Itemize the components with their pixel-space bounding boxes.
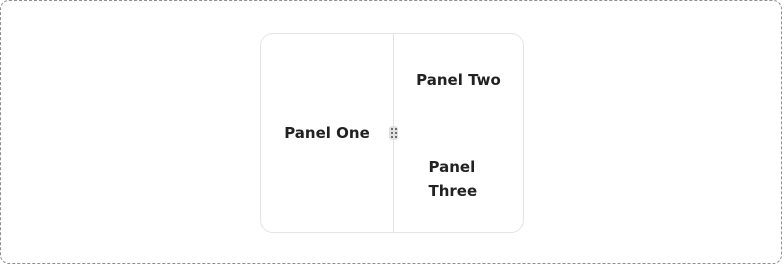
grip-dot: [390, 136, 393, 138]
grip-dot: [390, 132, 393, 134]
panel-one: Panel One: [261, 34, 393, 232]
panel-three: Panel Three: [394, 126, 523, 232]
resizable-panel-group: Panel One Panel Two Panel Three: [260, 33, 524, 233]
panel-three-label: Panel Three: [428, 158, 478, 200]
panel-two: Panel Two: [394, 34, 523, 126]
panel-two-label: Panel Two: [416, 71, 501, 89]
grip-dot: [390, 128, 393, 130]
panel-one-label: Panel One: [284, 124, 370, 142]
